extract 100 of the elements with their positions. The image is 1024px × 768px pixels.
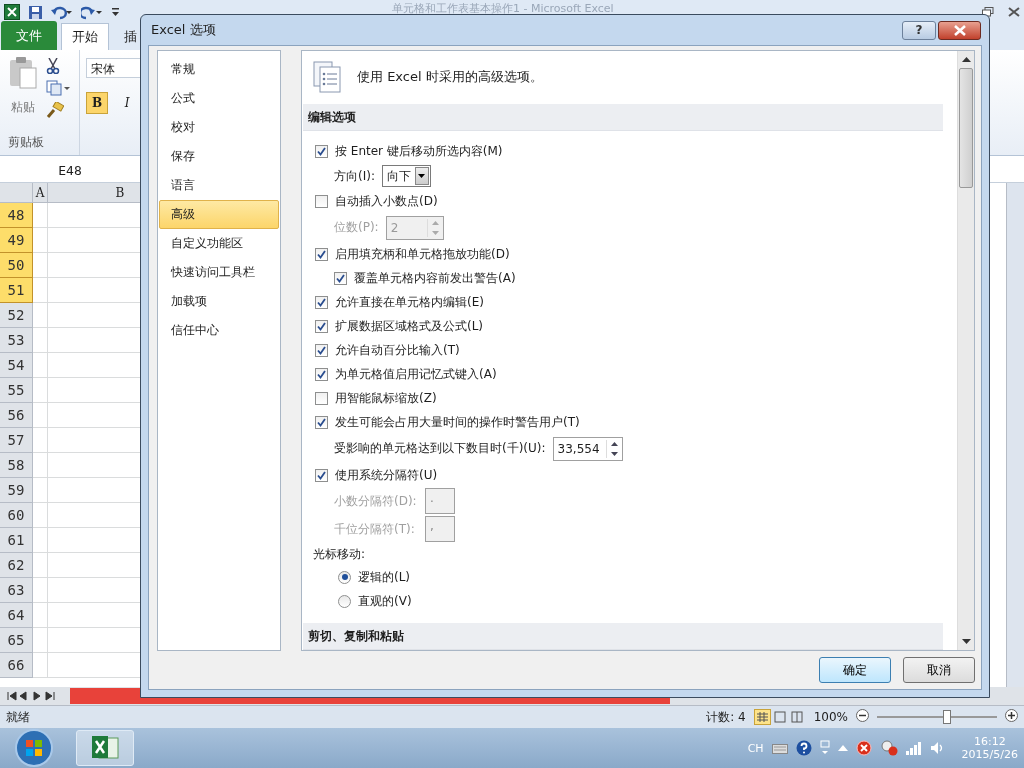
warning-bulb-icon[interactable] [879, 740, 898, 756]
row-header[interactable]: 60 [0, 503, 33, 528]
window-icon[interactable] [819, 740, 830, 756]
table-cell[interactable] [33, 553, 48, 578]
table-cell[interactable] [33, 653, 48, 678]
checkbox[interactable] [315, 415, 328, 429]
number-field[interactable]: 33,554 [552, 436, 623, 461]
table-cell[interactable] [33, 403, 48, 428]
row-header[interactable]: 58 [0, 453, 33, 478]
excel-icon[interactable] [4, 4, 20, 20]
row-header[interactable]: 57 [0, 428, 33, 453]
dialog-button[interactable]: 确定 [819, 657, 891, 683]
checkbox[interactable] [315, 468, 328, 482]
checkbox[interactable] [315, 391, 328, 405]
table-cell[interactable] [33, 353, 48, 378]
row-header[interactable]: 66 [0, 653, 33, 678]
category-item[interactable]: 校对 [159, 113, 279, 142]
row-header[interactable]: 54 [0, 353, 33, 378]
row-header[interactable]: 64 [0, 603, 33, 628]
close-icon[interactable] [1008, 7, 1020, 17]
ribbon-tab[interactable]: 开始 [61, 23, 109, 50]
view-buttons-icon[interactable] [753, 709, 806, 725]
checkbox[interactable] [315, 295, 328, 309]
scroll-up-icon[interactable] [961, 57, 971, 62]
table-cell[interactable] [33, 528, 48, 553]
signal-icon[interactable] [905, 741, 922, 755]
radio-button[interactable] [338, 594, 351, 608]
table-cell[interactable] [33, 253, 48, 278]
row-header[interactable]: 51 [0, 278, 33, 303]
help-button[interactable]: ? [902, 20, 936, 40]
scroll-thumb[interactable] [959, 68, 973, 188]
row-header[interactable]: 50 [0, 253, 33, 278]
table-cell[interactable] [33, 578, 48, 603]
scrollbar[interactable] [957, 51, 974, 650]
table-cell[interactable] [33, 503, 48, 528]
undo-icon[interactable] [51, 4, 73, 20]
start-button[interactable] [14, 728, 54, 768]
table-cell[interactable] [33, 278, 48, 303]
table-cell[interactable] [33, 328, 48, 353]
category-item[interactable]: 信任中心 [159, 316, 279, 345]
save-icon[interactable] [28, 4, 43, 20]
zoom-level[interactable]: 100% [813, 710, 848, 724]
table-cell[interactable] [33, 303, 48, 328]
row-header[interactable]: 65 [0, 628, 33, 653]
ribbon-tab[interactable]: 文件 [1, 21, 57, 50]
bold-button[interactable]: B [86, 92, 108, 114]
row-header[interactable]: 59 [0, 478, 33, 503]
checkbox[interactable] [315, 144, 328, 158]
table-cell[interactable] [33, 203, 48, 228]
scrollbar[interactable] [1006, 183, 1024, 687]
redo-icon[interactable] [81, 4, 103, 20]
copy-icon[interactable] [46, 80, 70, 96]
category-item[interactable]: 保存 [159, 142, 279, 171]
customize-icon[interactable] [111, 7, 120, 17]
row-header[interactable]: 63 [0, 578, 33, 603]
name-box[interactable]: E48 [0, 162, 140, 178]
paste-button[interactable]: 粘贴 [11, 99, 35, 116]
row-header[interactable]: 55 [0, 378, 33, 403]
error-icon[interactable] [855, 740, 872, 756]
table-cell[interactable] [33, 378, 48, 403]
checkbox[interactable] [315, 367, 328, 381]
close-button[interactable] [938, 20, 981, 40]
row-header[interactable]: 52 [0, 303, 33, 328]
radio-button[interactable] [338, 570, 351, 584]
direction-dropdown[interactable]: 向下 [381, 165, 431, 187]
scroll-down-icon[interactable] [961, 639, 971, 644]
keyboard-icon[interactable] [771, 742, 788, 754]
table-cell[interactable] [33, 453, 48, 478]
table-cell[interactable] [33, 603, 48, 628]
checkbox[interactable] [315, 319, 328, 333]
row-header[interactable]: 48 [0, 203, 33, 228]
restore-icon[interactable] [982, 7, 994, 17]
chevron-up-icon[interactable] [837, 745, 848, 751]
table-cell[interactable] [33, 428, 48, 453]
zoom-out-icon[interactable] [856, 709, 869, 725]
column-header[interactable]: A [33, 183, 48, 203]
row-header[interactable]: 56 [0, 403, 33, 428]
help-icon[interactable] [795, 740, 812, 756]
checkbox[interactable] [315, 194, 328, 208]
category-item[interactable]: 快速访问工具栏 [159, 258, 279, 287]
category-item[interactable]: 自定义功能区 [159, 229, 279, 258]
dialog-button[interactable]: 取消 [903, 657, 975, 683]
row-header[interactable]: 61 [0, 528, 33, 553]
table-cell[interactable] [33, 628, 48, 653]
zoom-in-icon[interactable] [1005, 709, 1018, 725]
category-item[interactable]: 加载项 [159, 287, 279, 316]
table-cell[interactable] [33, 228, 48, 253]
table-cell[interactable] [33, 478, 48, 503]
category-item[interactable]: 高级 [159, 200, 279, 229]
italic-button[interactable]: I [116, 92, 138, 114]
row-header[interactable]: 49 [0, 228, 33, 253]
category-item[interactable]: 常规 [159, 55, 279, 84]
checkbox[interactable] [334, 271, 347, 285]
taskbar-app-button[interactable] [76, 730, 134, 766]
row-header[interactable]: 62 [0, 553, 33, 578]
checkbox[interactable] [315, 247, 328, 261]
font-dropdown[interactable]: 宋体 [86, 58, 142, 78]
checkbox[interactable] [315, 343, 328, 357]
category-item[interactable]: 公式 [159, 84, 279, 113]
row-header[interactable]: 53 [0, 328, 33, 353]
